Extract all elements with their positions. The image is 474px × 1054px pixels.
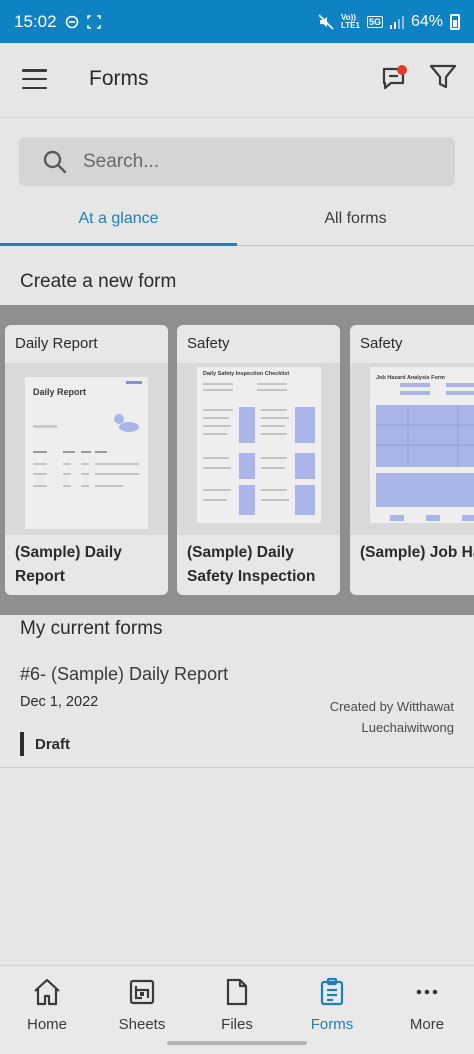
- form-creator: Created by Witthawat Luechaiwitwong: [329, 699, 454, 735]
- battery-percent: 64%: [410, 12, 443, 30]
- create-form-heading: Create a new form: [20, 271, 177, 292]
- network-lte: LTE1: [340, 20, 360, 30]
- tab-all-forms[interactable]: All forms: [237, 192, 474, 246]
- network-gen-badge: 5G: [366, 15, 383, 28]
- form-status: Draft: [20, 732, 70, 756]
- tab-bar: At a glance All forms: [0, 192, 474, 246]
- template-category: Safety: [187, 335, 230, 352]
- nav-label: Home: [26, 1016, 67, 1033]
- template-title: (Sample) Daily Safety Inspection: [187, 544, 316, 585]
- template-preview: Daily Safety Inspection Checklist: [177, 363, 340, 535]
- filter-icon[interactable]: [429, 63, 457, 96]
- page-title: Forms: [89, 67, 149, 90]
- app-bar: Forms: [0, 43, 474, 118]
- form-title: #6- (Sample) Daily Report: [20, 664, 229, 684]
- nav-sheets[interactable]: Sheets: [95, 976, 189, 1040]
- template-title: (Sample) Job Hazard Analysis: [360, 544, 474, 561]
- current-form-item[interactable]: #6- (Sample) Daily Report Dec 1, 2022 Cr…: [0, 642, 474, 768]
- menu-icon[interactable]: [22, 69, 47, 89]
- template-category: Daily Report: [15, 335, 98, 352]
- sheets-icon: [127, 976, 157, 1008]
- home-icon: [32, 976, 62, 1008]
- form-date: Dec 1, 2022: [20, 694, 99, 710]
- tab-indicator: [0, 243, 237, 246]
- search-icon: [42, 149, 68, 180]
- screen-capture-icon: [86, 14, 101, 29]
- notification-dot: [397, 65, 407, 75]
- signal-icon: [389, 15, 404, 29]
- battery-icon: [450, 13, 460, 30]
- template-preview-heading: Job Hazard Analysis Form: [376, 375, 445, 381]
- nav-label: Sheets: [118, 1016, 166, 1033]
- files-icon: [222, 976, 252, 1008]
- nav-label: More: [409, 1016, 445, 1033]
- nav-label: Files: [221, 1016, 253, 1033]
- template-preview: Job Hazard Analysis Form: [350, 363, 474, 535]
- template-card-daily-report[interactable]: Daily Report Daily Report (Sample) Daily…: [5, 325, 168, 595]
- template-preview: Daily Report: [5, 363, 168, 535]
- more-dots-icon: [412, 976, 442, 1008]
- template-card-daily-safety-inspection[interactable]: Safety Daily Safety Inspection Checklist…: [177, 325, 340, 595]
- status-bar: 15:02 Vo)) LTE1 5G 64%: [0, 0, 474, 43]
- current-forms-heading: My current forms: [20, 618, 163, 639]
- nav-label: Forms: [310, 1016, 354, 1033]
- search-input[interactable]: [83, 137, 443, 186]
- template-card-job-hazard-analysis[interactable]: Safety Job Hazard Analysis Form (Sample)…: [350, 325, 474, 595]
- nav-more[interactable]: More: [380, 976, 474, 1040]
- template-category: Safety: [360, 335, 403, 352]
- home-indicator: [167, 1041, 307, 1045]
- nav-home[interactable]: Home: [0, 976, 94, 1040]
- search-bar: [19, 137, 455, 186]
- status-time: 15:02: [14, 11, 57, 31]
- mute-icon: [318, 13, 334, 30]
- dnd-icon: [65, 15, 79, 29]
- template-preview-heading: Daily Safety Inspection Checklist: [203, 371, 290, 377]
- forms-clipboard-icon: [317, 976, 347, 1008]
- nav-files[interactable]: Files: [190, 976, 284, 1040]
- template-carousel[interactable]: Daily Report Daily Report (Sample) Daily…: [0, 305, 474, 615]
- status-marker: [20, 732, 24, 756]
- tab-at-a-glance[interactable]: At a glance: [0, 192, 237, 246]
- nav-forms[interactable]: Forms: [285, 976, 379, 1040]
- status-badge: Draft: [35, 735, 71, 753]
- template-title: (Sample) Daily Report: [15, 544, 122, 585]
- template-preview-heading: Daily Report: [33, 387, 87, 397]
